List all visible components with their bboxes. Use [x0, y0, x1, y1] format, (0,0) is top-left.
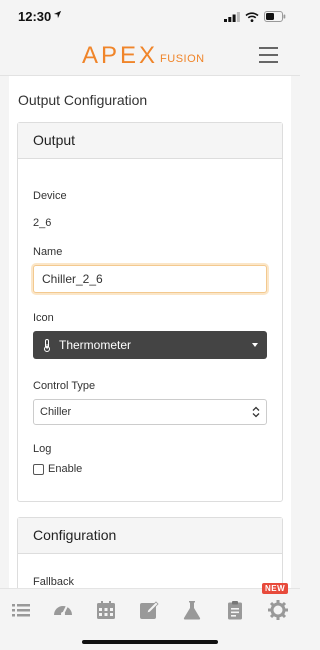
- log-label: Log: [33, 443, 52, 455]
- icon-label: Icon: [33, 312, 54, 324]
- control-type-label: Control Type: [33, 380, 96, 392]
- calendar-icon[interactable]: [95, 599, 117, 621]
- fallback-label: Fallback: [33, 576, 74, 588]
- output-panel-heading: Output: [18, 123, 282, 159]
- location-arrow-icon: [53, 10, 62, 19]
- logo-fusion-text: FUSION: [160, 53, 205, 65]
- app-header: APEX FUSION: [0, 36, 300, 76]
- checkbox-box[interactable]: [33, 463, 44, 475]
- logo-apex-text: APEX: [82, 42, 159, 69]
- page-title: Output Configuration: [18, 92, 148, 108]
- log-enable-checkbox[interactable]: Enable: [33, 463, 82, 475]
- new-badge: NEW: [262, 583, 289, 594]
- gear-icon[interactable]: [267, 599, 289, 621]
- dashboard-gauge-icon[interactable]: [52, 599, 74, 621]
- name-input[interactable]: [33, 265, 267, 293]
- clipboard-icon[interactable]: [224, 599, 246, 621]
- main-content[interactable]: Output Configuration Output Device 2_6 N…: [9, 76, 291, 588]
- device-value: 2_6: [33, 217, 52, 229]
- configuration-panel-heading: Configuration: [18, 518, 282, 554]
- battery-icon: [264, 11, 286, 22]
- list-icon[interactable]: [10, 599, 32, 621]
- status-bar: 12:30: [0, 0, 300, 36]
- chevron-updown-icon: [252, 406, 260, 418]
- apex-fusion-logo[interactable]: APEX FUSION: [82, 42, 205, 70]
- wifi-icon: [245, 11, 259, 22]
- status-time: 12:30: [18, 9, 52, 24]
- control-type-value: Chiller: [40, 406, 72, 418]
- output-panel: Output Device 2_6 Name Icon Thermometer …: [17, 122, 283, 502]
- thermometer-icon: [44, 338, 50, 352]
- icon-select[interactable]: Thermometer: [33, 331, 267, 359]
- home-indicator[interactable]: [82, 640, 218, 644]
- caret-down-icon: [252, 343, 258, 347]
- hamburger-menu-icon[interactable]: [259, 47, 278, 63]
- configuration-panel: Configuration Fallback: [17, 517, 283, 588]
- status-indicators: [224, 11, 286, 22]
- log-enable-label: Enable: [48, 463, 83, 475]
- icon-select-value: Thermometer: [59, 338, 132, 352]
- control-type-select[interactable]: Chiller: [33, 399, 267, 425]
- name-label: Name: [33, 246, 63, 258]
- flask-icon[interactable]: [181, 599, 203, 621]
- cellular-signal-icon: [224, 11, 240, 22]
- device-label: Device: [33, 190, 67, 202]
- edit-icon[interactable]: [138, 599, 160, 621]
